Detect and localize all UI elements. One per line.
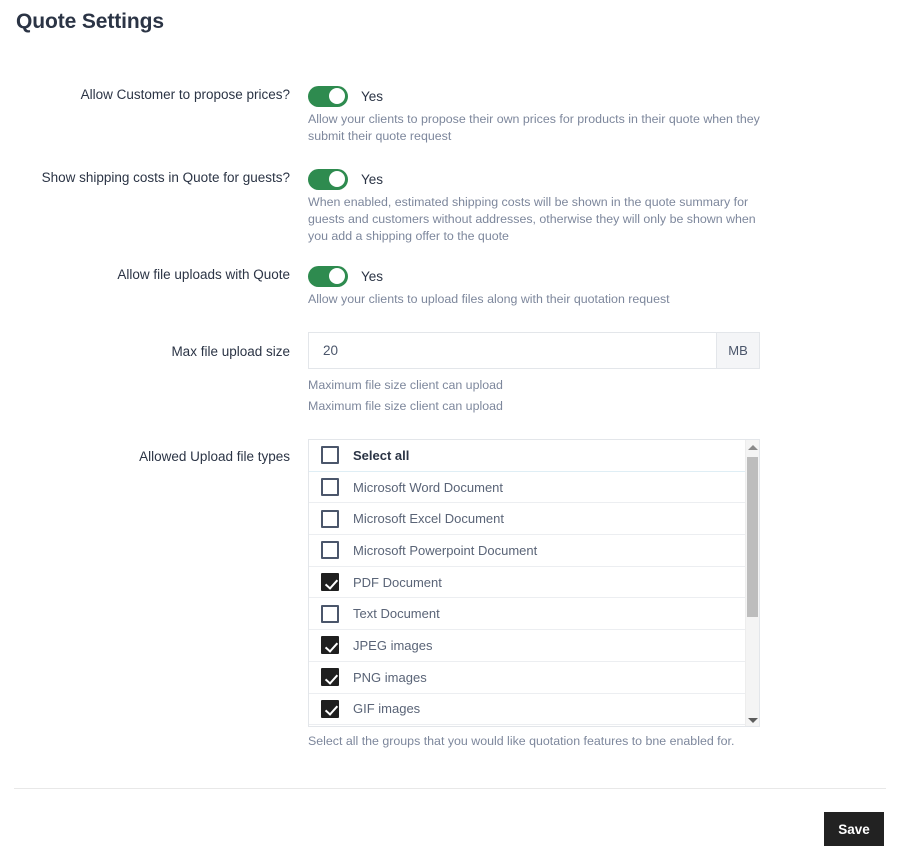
control-file-uploads: Yes Allow your clients to upload files a…	[308, 264, 900, 308]
allowed-file-types-scroll-area: Select all Microsoft Word Document Micro…	[309, 440, 746, 726]
checkbox-excel[interactable]	[321, 509, 339, 528]
toggle-state-shipping-costs: Yes	[361, 171, 384, 187]
list-item-powerpoint[interactable]: Microsoft Powerpoint Document	[309, 535, 746, 567]
list-item-select-all[interactable]: Select all	[309, 440, 746, 472]
list-item-label: JPEG images	[353, 637, 433, 653]
toggle-line-shipping-costs: Yes	[308, 168, 900, 190]
checkbox-word[interactable]	[321, 478, 339, 497]
list-item-label: Microsoft Powerpoint Document	[353, 542, 538, 558]
help-allowed-file-types: Select all the groups that you would lik…	[308, 734, 735, 748]
control-shipping-costs: Yes When enabled, estimated shipping cos…	[308, 167, 900, 245]
help-file-uploads: Allow your clients to upload files along…	[308, 292, 670, 306]
toggle-knob	[329, 88, 345, 104]
setting-row-max-upload-size: Max file upload size MB Maximum file siz…	[0, 332, 900, 417]
toggle-knob	[329, 268, 345, 284]
list-item-excel[interactable]: Microsoft Excel Document	[309, 503, 746, 536]
setting-row-file-uploads: Allow file uploads with Quote Yes Allow …	[0, 264, 900, 308]
list-item-pdf[interactable]: PDF Document	[309, 566, 746, 599]
page-title: Quote Settings	[16, 10, 164, 33]
scrollbar-thumb[interactable]	[747, 457, 758, 617]
setting-row-allowed-file-types: Allowed Upload file types Select all Mic…	[0, 439, 900, 750]
list-item-text[interactable]: Text Document	[309, 598, 746, 631]
setting-row-propose-prices: Allow Customer to propose prices? Yes Al…	[0, 84, 900, 145]
toggle-file-uploads[interactable]	[308, 265, 348, 287]
list-item-label: Select all	[353, 447, 410, 463]
toggle-state-propose-prices: Yes	[361, 88, 384, 104]
checkbox-png[interactable]	[321, 668, 339, 687]
checkbox-text[interactable]	[321, 604, 339, 623]
scroll-down-arrow-icon[interactable]	[746, 713, 759, 726]
checkbox-jpeg[interactable]	[321, 636, 339, 655]
checkbox-powerpoint[interactable]	[321, 541, 339, 560]
list-item-label: Microsoft Word Document	[353, 479, 504, 495]
label-shipping-costs: Show shipping costs in Quote for guests?	[41, 170, 290, 185]
footer-divider	[14, 788, 886, 789]
toggle-state-file-uploads: Yes	[361, 268, 384, 284]
quote-settings-page: Quote Settings Allow Customer to propose…	[0, 0, 900, 856]
list-item-label: PNG images	[353, 669, 427, 685]
list-item-gif[interactable]: GIF images	[309, 693, 746, 726]
list-item-label: Microsoft Excel Document	[353, 511, 504, 527]
list-item-word[interactable]: Microsoft Word Document	[309, 471, 746, 504]
toggle-knob	[329, 171, 345, 187]
list-item-label: Text Document	[353, 606, 440, 622]
help-propose-prices: Allow your clients to propose their own …	[308, 112, 760, 143]
label-allowed-file-types: Allowed Upload file types	[139, 449, 290, 464]
max-upload-size-unit: MB	[716, 333, 759, 368]
scroll-up-arrow-icon[interactable]	[746, 440, 759, 455]
checkbox-select-all[interactable]	[321, 446, 339, 465]
max-upload-size-input[interactable]	[309, 333, 716, 368]
allowed-file-types-list: Select all Microsoft Word Document Micro…	[308, 439, 760, 727]
list-scrollbar[interactable]	[745, 440, 759, 726]
toggle-shipping-costs[interactable]	[308, 168, 348, 190]
list-item-jpeg[interactable]: JPEG images	[309, 630, 746, 662]
control-allowed-file-types: Select all Microsoft Word Document Micro…	[308, 439, 900, 750]
settings-form: Allow Customer to propose prices? Yes Al…	[0, 84, 900, 750]
max-upload-size-input-group: MB	[308, 332, 760, 369]
toggle-propose-prices[interactable]	[308, 85, 348, 107]
toggle-line-file-uploads: Yes	[308, 265, 900, 287]
save-button[interactable]: Save	[824, 812, 884, 846]
help-max-upload-size-1: Maximum file size client can upload	[308, 378, 503, 392]
toggle-line-propose-prices: Yes	[308, 85, 900, 107]
list-item-label: PDF Document	[353, 574, 442, 590]
label-max-upload-size: Max file upload size	[171, 344, 290, 359]
label-propose-prices: Allow Customer to propose prices?	[80, 87, 290, 102]
help-max-upload-size-2: Maximum file size client can upload	[308, 399, 503, 413]
list-item-png[interactable]: PNG images	[309, 661, 746, 694]
control-propose-prices: Yes Allow your clients to propose their …	[308, 84, 900, 145]
control-max-upload-size: MB Maximum file size client can upload M…	[308, 332, 900, 417]
checkbox-pdf[interactable]	[321, 573, 339, 592]
checkbox-gif[interactable]	[321, 699, 339, 718]
setting-row-shipping-costs: Show shipping costs in Quote for guests?…	[0, 167, 900, 245]
label-file-uploads: Allow file uploads with Quote	[117, 267, 290, 282]
help-shipping-costs: When enabled, estimated shipping costs w…	[308, 195, 756, 243]
list-item-label: GIF images	[353, 701, 421, 717]
